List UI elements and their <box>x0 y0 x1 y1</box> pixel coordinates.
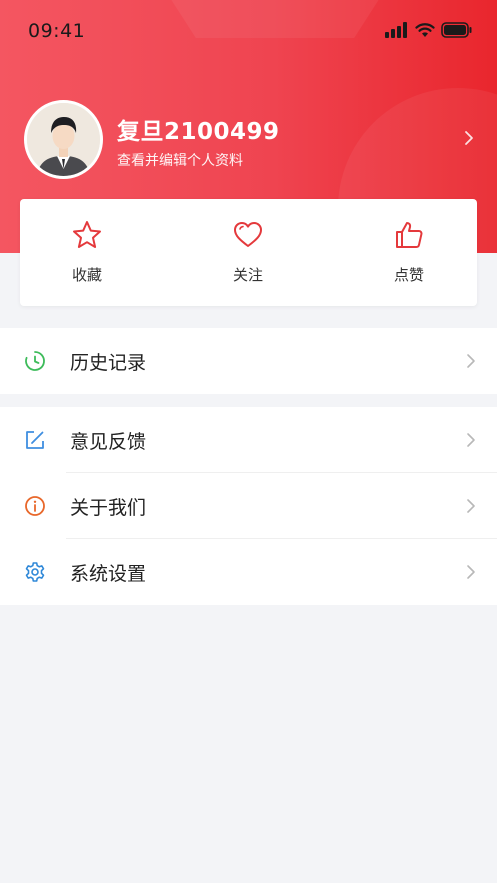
status-bar: 09:41 <box>0 0 497 62</box>
chevron-right-icon <box>467 354 475 368</box>
menu-label-history: 历史记录 <box>70 352 147 374</box>
menu-label-feedback: 意见反馈 <box>70 431 147 453</box>
follow-button[interactable]: 关注 <box>188 199 308 306</box>
star-icon <box>73 221 101 248</box>
menu-item-settings[interactable]: 系统设置 <box>0 539 497 605</box>
username: 复旦2100499 <box>117 119 280 145</box>
menu-item-feedback[interactable]: 意见反馈 <box>0 407 497 473</box>
status-time: 09:41 <box>28 20 86 42</box>
chevron-right-icon <box>467 433 475 447</box>
menu-item-history[interactable]: 历史记录 <box>0 328 497 394</box>
chevron-right-icon <box>467 499 475 513</box>
battery-icon <box>441 22 472 38</box>
menu-group-misc: 意见反馈 关于我们 系统设置 <box>0 407 497 605</box>
status-icons <box>385 22 473 38</box>
follow-label: 关注 <box>232 266 263 284</box>
avatar[interactable] <box>24 100 103 179</box>
favorites-label: 收藏 <box>71 266 102 284</box>
favorites-button[interactable]: 收藏 <box>27 199 147 306</box>
chevron-right-icon <box>467 565 475 579</box>
likes-button[interactable]: 点赞 <box>349 199 469 306</box>
menu-group-history: 历史记录 <box>0 328 497 394</box>
gear-icon <box>25 562 45 582</box>
thumbs-up-icon <box>396 222 423 248</box>
edit-icon <box>26 431 44 449</box>
wifi-icon <box>415 23 435 37</box>
heart-icon <box>234 222 262 247</box>
avatar-illustration <box>27 103 100 176</box>
chevron-right-icon[interactable] <box>464 130 474 146</box>
stats-card: 收藏 关注 点赞 <box>20 199 477 306</box>
edit-profile-link[interactable]: 查看并编辑个人资料 <box>117 150 243 170</box>
menu-label-about: 关于我们 <box>70 497 147 519</box>
signal-icon <box>385 22 407 38</box>
clock-icon <box>25 351 45 371</box>
menu-item-about[interactable]: 关于我们 <box>0 473 497 539</box>
likes-label: 点赞 <box>393 266 424 284</box>
profile-row[interactable]: 复旦2100499 查看并编辑个人资料 <box>0 98 497 180</box>
menu-label-settings: 系统设置 <box>70 563 147 585</box>
info-icon <box>25 496 45 516</box>
